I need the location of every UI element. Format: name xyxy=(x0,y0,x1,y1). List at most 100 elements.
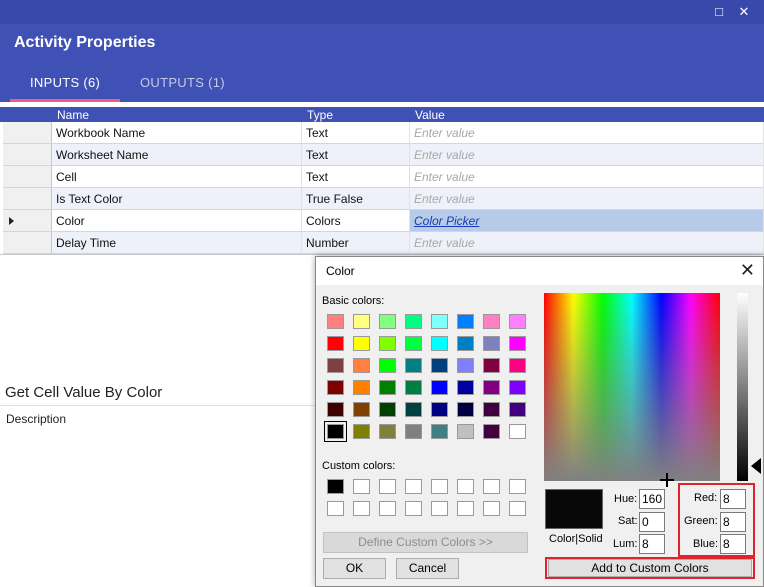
table-row[interactable]: Delay Time Number Enter value xyxy=(0,232,764,254)
basic-color-swatch[interactable] xyxy=(379,358,396,373)
row-selector[interactable] xyxy=(3,232,52,254)
table-row[interactable]: Worksheet Name Text Enter value xyxy=(0,144,764,166)
basic-color-swatch[interactable] xyxy=(483,402,500,417)
basic-color-swatch[interactable] xyxy=(457,402,474,417)
tab-inputs[interactable]: INPUTS (6) xyxy=(30,75,100,90)
basic-color-swatch[interactable] xyxy=(483,358,500,373)
basic-color-swatch[interactable] xyxy=(509,424,526,439)
lum-input[interactable]: 8 xyxy=(639,534,665,554)
spectrum-crosshair-icon[interactable] xyxy=(660,473,674,487)
value-input[interactable]: Enter value xyxy=(410,232,764,254)
basic-color-swatch[interactable] xyxy=(353,424,370,439)
basic-color-swatch[interactable] xyxy=(457,380,474,395)
basic-color-swatch[interactable] xyxy=(483,336,500,351)
basic-color-swatch[interactable] xyxy=(457,314,474,329)
add-to-custom-colors-button[interactable]: Add to Custom Colors xyxy=(548,559,752,577)
basic-color-swatch[interactable] xyxy=(353,380,370,395)
basic-color-swatch[interactable] xyxy=(353,336,370,351)
basic-color-swatch[interactable] xyxy=(431,380,448,395)
red-input[interactable]: 8 xyxy=(720,489,746,509)
custom-color-swatch[interactable] xyxy=(457,479,474,494)
basic-color-swatch[interactable] xyxy=(379,314,396,329)
table-row[interactable]: Workbook Name Text Enter value xyxy=(0,122,764,144)
basic-color-swatch[interactable] xyxy=(431,402,448,417)
custom-color-swatch[interactable] xyxy=(483,501,500,516)
custom-color-swatch[interactable] xyxy=(379,501,396,516)
define-custom-colors-button[interactable]: Define Custom Colors >> xyxy=(323,532,528,553)
basic-color-swatch[interactable] xyxy=(405,424,422,439)
color-spectrum[interactable] xyxy=(544,293,720,481)
column-header-type[interactable]: Type xyxy=(307,108,333,122)
maximize-icon[interactable]: □ xyxy=(710,3,728,21)
table-row[interactable]: Is Text Color True False Enter value xyxy=(0,188,764,210)
basic-color-swatch[interactable] xyxy=(405,380,422,395)
custom-color-swatch[interactable] xyxy=(353,501,370,516)
basic-color-swatch[interactable] xyxy=(457,358,474,373)
basic-color-swatch[interactable] xyxy=(509,402,526,417)
color-picker-link[interactable]: Color Picker xyxy=(410,210,764,232)
basic-color-swatch[interactable] xyxy=(379,336,396,351)
tab-outputs[interactable]: OUTPUTS (1) xyxy=(140,75,225,90)
column-header-name[interactable]: Name xyxy=(57,108,89,122)
basic-color-swatch[interactable] xyxy=(483,424,500,439)
value-input[interactable]: Enter value xyxy=(410,166,764,188)
custom-color-swatch[interactable] xyxy=(405,479,422,494)
basic-color-swatch[interactable] xyxy=(509,380,526,395)
value-input[interactable]: Enter value xyxy=(410,122,764,144)
custom-color-swatch[interactable] xyxy=(353,479,370,494)
custom-color-swatch[interactable] xyxy=(327,479,344,494)
basic-color-swatch[interactable] xyxy=(483,380,500,395)
row-selector[interactable] xyxy=(3,144,52,166)
custom-color-swatch[interactable] xyxy=(431,501,448,516)
basic-color-swatch[interactable] xyxy=(509,358,526,373)
basic-color-swatch[interactable] xyxy=(405,402,422,417)
basic-color-swatch[interactable] xyxy=(405,314,422,329)
custom-color-swatch[interactable] xyxy=(431,479,448,494)
custom-color-swatch[interactable] xyxy=(457,501,474,516)
custom-color-swatch[interactable] xyxy=(483,479,500,494)
row-selector[interactable] xyxy=(3,122,52,144)
cancel-button[interactable]: Cancel xyxy=(396,558,459,579)
basic-color-swatch[interactable] xyxy=(431,424,448,439)
basic-color-swatch[interactable] xyxy=(353,314,370,329)
custom-color-swatch[interactable] xyxy=(405,501,422,516)
basic-color-swatch[interactable] xyxy=(457,424,474,439)
basic-color-swatch[interactable] xyxy=(353,358,370,373)
basic-color-swatch[interactable] xyxy=(431,314,448,329)
blue-input[interactable]: 8 xyxy=(720,534,746,554)
basic-color-swatch[interactable] xyxy=(327,402,344,417)
basic-color-swatch[interactable] xyxy=(353,402,370,417)
basic-color-swatch[interactable] xyxy=(431,336,448,351)
basic-color-swatch[interactable] xyxy=(327,314,344,329)
custom-color-swatch[interactable] xyxy=(327,501,344,516)
custom-color-swatch[interactable] xyxy=(509,479,526,494)
basic-color-swatch[interactable] xyxy=(509,336,526,351)
custom-color-swatch[interactable] xyxy=(509,501,526,516)
basic-color-swatch[interactable] xyxy=(405,336,422,351)
basic-color-swatch[interactable] xyxy=(324,421,347,442)
sat-input[interactable]: 0 xyxy=(639,512,665,532)
column-header-value[interactable]: Value xyxy=(415,108,445,122)
basic-color-swatch[interactable] xyxy=(405,358,422,373)
basic-color-swatch[interactable] xyxy=(457,336,474,351)
close-icon[interactable]: ✕ xyxy=(735,3,753,21)
row-selector[interactable] xyxy=(3,210,52,232)
basic-color-swatch[interactable] xyxy=(483,314,500,329)
basic-color-swatch[interactable] xyxy=(379,380,396,395)
hue-input[interactable]: 160 xyxy=(639,489,665,509)
value-input[interactable]: Enter value xyxy=(410,144,764,166)
value-input[interactable]: Enter value xyxy=(410,188,764,210)
basic-color-swatch[interactable] xyxy=(327,336,344,351)
table-row[interactable]: Cell Text Enter value xyxy=(0,166,764,188)
ok-button[interactable]: OK xyxy=(323,558,386,579)
dialog-close-icon[interactable]: ✕ xyxy=(740,260,755,280)
row-selector[interactable] xyxy=(3,166,52,188)
basic-color-swatch[interactable] xyxy=(379,424,396,439)
basic-color-swatch[interactable] xyxy=(431,358,448,373)
custom-color-swatch[interactable] xyxy=(379,479,396,494)
basic-color-swatch[interactable] xyxy=(327,380,344,395)
luminance-arrow-icon[interactable] xyxy=(751,458,761,474)
row-selector[interactable] xyxy=(3,188,52,210)
green-input[interactable]: 8 xyxy=(720,512,746,532)
luminance-slider[interactable] xyxy=(737,293,748,481)
